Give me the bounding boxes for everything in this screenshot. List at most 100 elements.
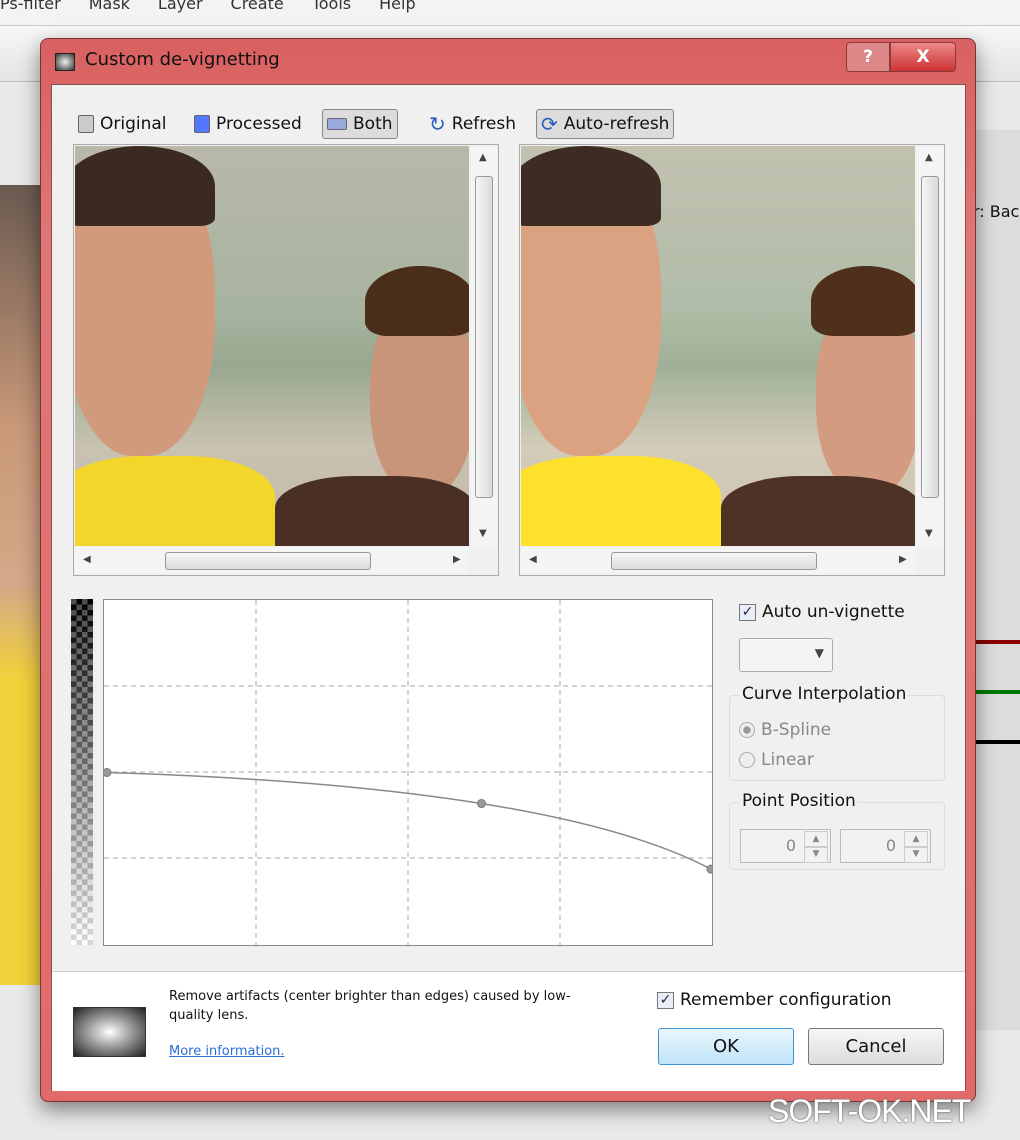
radio-selected-icon <box>739 722 755 738</box>
refresh-button[interactable]: ↻ Refresh <box>425 109 520 139</box>
original-photo <box>75 146 469 546</box>
original-preview: ▲ ▼ ◀ ▶ <box>73 144 499 576</box>
processed-label: Processed <box>216 114 302 134</box>
linear-label: Linear <box>761 750 814 770</box>
spin-down-icon[interactable]: ▼ <box>804 846 828 863</box>
shirt-brown <box>721 476 915 546</box>
both-button[interactable]: Both <box>322 109 398 139</box>
processed-preview: ▲ ▼ ◀ ▶ <box>519 144 945 576</box>
devignetting-dialog: Custom de-vignetting ? X Original Proces… <box>40 38 976 1102</box>
dual-view-icon <box>327 118 347 130</box>
shirt-yellow <box>75 456 275 546</box>
point-x-spinner[interactable]: 0 ▲ ▼ <box>740 829 831 863</box>
horizontal-scrollbar[interactable]: ◀ ▶ <box>521 547 915 574</box>
curve-line <box>106 771 712 870</box>
both-label: Both <box>353 114 393 134</box>
scroll-right-icon[interactable]: ▶ <box>453 554 461 565</box>
red-slider <box>975 640 1020 644</box>
more-information-link[interactable]: More information. <box>169 1044 285 1059</box>
spin-down-icon[interactable]: ▼ <box>904 846 928 863</box>
ok-button[interactable]: OK <box>658 1028 794 1065</box>
shirt-brown <box>275 476 469 546</box>
original-label: Original <box>100 114 167 134</box>
curve-control-point[interactable] <box>102 768 112 777</box>
dialog-title: Custom de-vignetting <box>85 49 280 70</box>
background-side-panel: r: Bac <box>973 130 1020 1030</box>
background-image <box>0 185 40 985</box>
scroll-thumb[interactable] <box>921 176 939 498</box>
scroll-up-icon[interactable]: ▲ <box>479 152 487 163</box>
radio-linear[interactable]: Linear <box>739 750 814 770</box>
group-title: Point Position <box>740 791 858 811</box>
refresh-icon: ↻ <box>429 112 446 136</box>
vertical-scrollbar[interactable]: ▲ ▼ <box>917 146 943 546</box>
vignette-icon <box>55 53 75 71</box>
auto-unvignette-label: Auto un-vignette <box>762 602 905 622</box>
vertical-scrollbar[interactable]: ▲ ▼ <box>471 146 497 546</box>
monitor-gray-icon <box>78 115 94 133</box>
scroll-down-icon[interactable]: ▼ <box>479 528 487 539</box>
gradient-overlay <box>71 599 93 946</box>
auto-refresh-label: Auto-refresh <box>563 114 670 134</box>
close-button[interactable]: X <box>890 42 956 72</box>
refresh-label: Refresh <box>451 114 516 134</box>
remember-config-checkbox[interactable]: ✓ Remember configuration <box>657 990 892 1010</box>
menu-mask[interactable]: Mask <box>89 0 130 25</box>
menu-tools[interactable]: Tools <box>312 0 351 25</box>
scroll-left-icon[interactable]: ◀ <box>83 554 91 565</box>
point-position-group: Point Position 0 ▲ ▼ 0 ▲ ▼ <box>729 791 945 870</box>
menu-ps-filter[interactable]: Ps-filter <box>0 0 61 25</box>
preset-dropdown[interactable]: ▼ <box>739 638 833 672</box>
layer-label: r: Bac <box>973 202 1020 221</box>
curve-interpolation-group: Curve Interpolation B-Spline Linear <box>729 684 945 781</box>
radio-bspline[interactable]: B-Spline <box>739 720 831 740</box>
green-slider <box>975 690 1020 694</box>
chevron-down-icon: ▼ <box>814 646 824 660</box>
scroll-left-icon[interactable]: ◀ <box>529 554 537 565</box>
point-y-value: 0 <box>885 836 896 855</box>
scroll-thumb[interactable] <box>165 552 371 570</box>
auto-unvignette-checkbox[interactable]: ✓ Auto un-vignette <box>739 602 905 622</box>
blue-slider <box>975 740 1020 744</box>
menu-layer[interactable]: Layer <box>158 0 203 25</box>
monitor-blue-icon <box>194 115 210 133</box>
curve-canvas[interactable] <box>102 600 716 945</box>
auto-refresh-button[interactable]: ⟳ Auto-refresh <box>536 109 675 139</box>
help-button[interactable]: ? <box>846 42 890 72</box>
scroll-down-icon[interactable]: ▼ <box>925 528 933 539</box>
scroll-up-icon[interactable]: ▲ <box>925 152 933 163</box>
curve-control-point[interactable] <box>706 864 716 874</box>
point-x-value: 0 <box>785 836 796 855</box>
cancel-button[interactable]: Cancel <box>808 1028 944 1065</box>
grid <box>104 600 712 945</box>
original-button[interactable]: Original <box>74 109 171 139</box>
group-title: Curve Interpolation <box>740 684 909 704</box>
checkbox-checked-icon: ✓ <box>739 603 756 621</box>
checkbox-checked-icon: ✓ <box>657 991 674 1009</box>
menu-create[interactable]: Create <box>231 0 284 25</box>
scroll-thumb[interactable] <box>475 176 493 498</box>
scroll-right-icon[interactable]: ▶ <box>899 554 907 565</box>
auto-refresh-icon: ⟳ <box>541 112 558 136</box>
hair-right <box>365 266 469 336</box>
curve-control-point[interactable] <box>476 799 486 809</box>
watermark: SOFT-OK.NET <box>768 1093 971 1129</box>
remember-label: Remember configuration <box>680 990 892 1010</box>
processed-button[interactable]: Processed <box>190 109 306 139</box>
vignette-preview-icon <box>73 1007 146 1057</box>
processed-photo <box>521 146 915 546</box>
radio-icon <box>739 752 755 768</box>
hair-right <box>811 266 915 336</box>
dialog-client: Original Processed Both ↻ Refresh ⟳ Auto-r… <box>51 84 966 1091</box>
horizontal-scrollbar[interactable]: ◀ ▶ <box>75 547 469 574</box>
hair-left <box>521 146 661 226</box>
menu-help[interactable]: Help <box>379 0 415 25</box>
description-text: Remove artifacts (center brighter than e… <box>169 989 571 1023</box>
point-y-spinner[interactable]: 0 ▲ ▼ <box>840 829 931 863</box>
dialog-footer: Remove artifacts (center brighter than e… <box>52 971 965 1091</box>
curve-editor[interactable] <box>102 599 716 946</box>
bspline-label: B-Spline <box>761 720 832 740</box>
shirt-yellow <box>521 456 721 546</box>
scroll-thumb[interactable] <box>611 552 817 570</box>
app-menubar: Ps-filter Mask Layer Create Tools Help <box>0 0 1020 26</box>
